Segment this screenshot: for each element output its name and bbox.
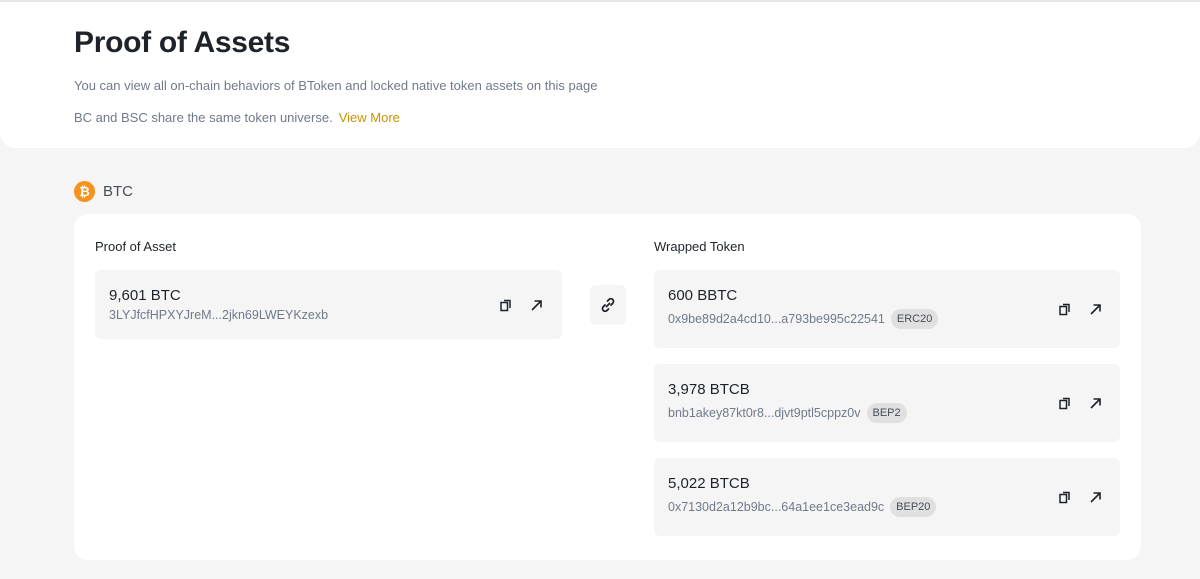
- wrapped-address: bnb1akey87kt0r8...djvt9ptl5cppz0v BEP2: [668, 403, 907, 423]
- wrapped-amount: 600 BBTC: [668, 287, 738, 304]
- copy-icon[interactable]: [1057, 395, 1073, 411]
- wrapped-address-text: bnb1akey87kt0r8...djvt9ptl5cppz0v: [668, 406, 861, 420]
- wrapped-address-text: 0x9be89d2a4cd10...a793be995c22541: [668, 312, 885, 326]
- wrapped-amount: 5,022 BTCB: [668, 475, 750, 492]
- proof-asset-box: 9,601 BTC 3LYJfcfHPXYJreM...2jkn69LWEYKz…: [95, 270, 562, 339]
- token-standard-badge: BEP2: [866, 403, 907, 423]
- page-title: Proof of Assets: [74, 26, 291, 59]
- bitcoin-icon: ₿: [74, 180, 95, 202]
- proof-address-text: 3LYJfcfHPXYJreM...2jkn69LWEYKzexb: [109, 308, 329, 322]
- assets-card: Proof of Asset Wrapped Token 9,601 BTC 3…: [74, 214, 1141, 560]
- token-standard-badge: ERC20: [890, 309, 939, 329]
- proof-amount: 9,601 BTC: [109, 287, 181, 304]
- proof-of-asset-title: Proof of Asset: [95, 239, 176, 254]
- wrapped-token-title: Wrapped Token: [654, 239, 745, 254]
- wrapped-address: 0x7130d2a12b9bc...64a1ee1ce3ead9c BEP20: [668, 497, 937, 517]
- token-standard-badge: BEP20: [890, 497, 937, 517]
- section-label: BTC: [103, 182, 133, 200]
- view-more-link[interactable]: View More: [339, 110, 400, 125]
- page-note: BC and BSC share the same token universe…: [74, 110, 400, 125]
- wrapped-amount: 3,978 BTCB: [668, 381, 750, 398]
- copy-icon[interactable]: [1057, 489, 1073, 505]
- external-link-icon[interactable]: [1087, 301, 1103, 317]
- external-link-icon[interactable]: [528, 297, 544, 313]
- wrapped-address-text: 0x7130d2a12b9bc...64a1ee1ce3ead9c: [668, 500, 885, 514]
- page-note-text: BC and BSC share the same token universe…: [74, 110, 333, 125]
- copy-icon[interactable]: [1057, 301, 1073, 317]
- external-link-icon[interactable]: [1087, 395, 1103, 411]
- wrapped-token-box: 3,978 BTCB bnb1akey87kt0r8...djvt9ptl5cp…: [654, 364, 1120, 442]
- link-icon[interactable]: [590, 285, 626, 325]
- page-header: Proof of Assets You can view all on-chai…: [0, 0, 1200, 148]
- page-description: You can view all on-chain behaviors of B…: [74, 78, 598, 93]
- proof-address: 3LYJfcfHPXYJreM...2jkn69LWEYKzexb: [109, 308, 328, 322]
- wrapped-token-box: 5,022 BTCB 0x7130d2a12b9bc...64a1ee1ce3e…: [654, 458, 1120, 536]
- external-link-icon[interactable]: [1087, 489, 1103, 505]
- copy-icon[interactable]: [498, 297, 514, 313]
- section-header-btc: ₿ BTC: [74, 180, 133, 202]
- wrapped-address: 0x9be89d2a4cd10...a793be995c22541 ERC20: [668, 309, 939, 329]
- wrapped-token-box: 600 BBTC 0x9be89d2a4cd10...a793be995c225…: [654, 270, 1120, 348]
